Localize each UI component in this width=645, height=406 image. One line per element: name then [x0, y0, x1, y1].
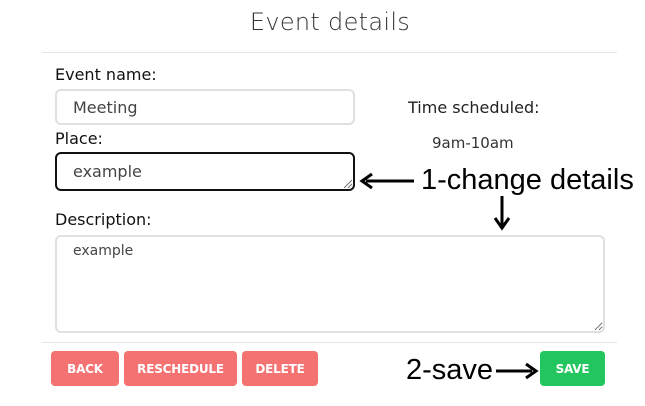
- annotation-step1: 1-change details: [421, 164, 634, 196]
- event-name-label: Event name:: [55, 65, 157, 84]
- footer-divider: [42, 342, 617, 343]
- header-divider: [42, 52, 617, 53]
- time-scheduled-value: 9am-10am: [432, 134, 514, 152]
- place-label: Place:: [55, 129, 103, 148]
- arrow-right-icon: [496, 362, 539, 380]
- arrow-left-icon: [359, 172, 414, 190]
- time-scheduled-label: Time scheduled:: [408, 98, 540, 117]
- place-input[interactable]: [55, 152, 355, 191]
- description-textarea[interactable]: example: [55, 235, 605, 333]
- reschedule-button[interactable]: RESCHEDULE: [124, 351, 237, 386]
- delete-button[interactable]: DELETE: [242, 351, 318, 386]
- save-button[interactable]: SAVE: [540, 351, 605, 386]
- place-resize-handle[interactable]: [344, 180, 352, 188]
- page-title: Event details: [249, 8, 411, 36]
- back-button[interactable]: BACK: [51, 351, 119, 386]
- event-name-input[interactable]: [55, 89, 355, 125]
- arrow-down-icon: [493, 196, 511, 231]
- annotation-step2: 2-save: [406, 354, 494, 386]
- description-label: Description:: [55, 210, 152, 229]
